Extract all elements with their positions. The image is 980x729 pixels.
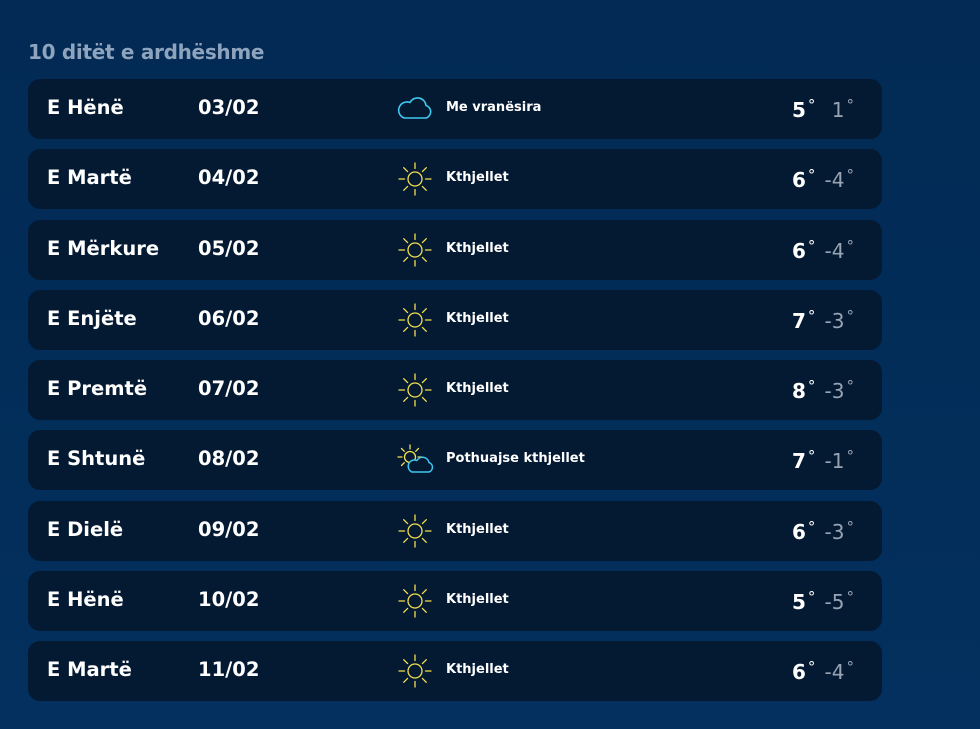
sun-icon: [396, 583, 434, 619]
day-name: E Dielë: [47, 517, 124, 541]
degree-symbol: °: [807, 236, 816, 255]
forecast-panel: 10 ditët e ardhëshme E Hënë 03/02 Me vra…: [0, 0, 980, 729]
cloud-icon: [396, 91, 434, 127]
min-temperature: -3 °: [824, 306, 855, 333]
condition-label: Kthjellet: [446, 381, 509, 396]
day-date: 07/02: [198, 377, 260, 400]
day-name: E Hënë: [47, 587, 124, 611]
forecast-list: E Hënë 03/02 Me vranësira 5 ° 1 ° E Martë …: [28, 79, 882, 711]
day-name: E Shtunë: [47, 447, 146, 471]
condition-label: Kthjellet: [446, 170, 509, 186]
min-temperature: -4 °: [824, 236, 855, 263]
forecast-row[interactable]: E Enjëte 06/02 Kthjellet 7 ° -3 °: [28, 289, 882, 350]
day-name: E Mërkure: [47, 236, 160, 260]
day-date: 09/02: [198, 517, 260, 541]
day-date: 04/02: [198, 166, 260, 190]
max-temperature: 7 °: [792, 306, 816, 333]
forecast-row[interactable]: E Mërkure 05/02 Kthjellet 6 ° -4 °: [28, 219, 882, 280]
max-temperature: 6 °: [792, 517, 816, 544]
max-temperature: 8 °: [792, 377, 816, 403]
sun-icon: [396, 372, 434, 408]
max-temperature: 6 °: [792, 658, 816, 684]
forecast-row[interactable]: E Hënë 10/02 Kthjellet 5 ° -5 °: [28, 570, 882, 631]
day-date: 05/02: [198, 236, 260, 260]
sun-icon: [396, 513, 434, 549]
degree-symbol: °: [846, 587, 855, 606]
degree-symbol: °: [807, 306, 816, 325]
day-date: 06/02: [198, 306, 260, 330]
sun-icon: [396, 653, 434, 689]
condition-label: Kthjellet: [446, 310, 509, 326]
degree-symbol: °: [846, 658, 855, 676]
condition-label: Kthjellet: [446, 240, 509, 256]
forecast-row[interactable]: E Shtunë 08/02 Pothuajse kthjellet 7 ° -1…: [28, 430, 882, 491]
day-date: 03/02: [198, 96, 260, 119]
min-temperature: -3 °: [824, 517, 855, 544]
degree-symbol: °: [807, 96, 816, 114]
degree-symbol: °: [846, 236, 855, 255]
sun-icon: [396, 161, 434, 197]
day-name: E Martë: [47, 658, 132, 681]
degree-symbol: °: [846, 377, 855, 395]
day-name: E Martë: [47, 166, 132, 190]
day-date: 08/02: [198, 447, 260, 471]
degree-symbol: °: [846, 517, 855, 536]
condition-label: Me vranësira: [446, 100, 542, 115]
condition-label: Kthjellet: [446, 662, 509, 677]
condition-label: Kthjellet: [446, 521, 509, 537]
condition-label: Pothuajse kthjellet: [446, 451, 585, 467]
forecast-row[interactable]: E Dielë 09/02 Kthjellet 6 ° -3 °: [28, 500, 882, 561]
degree-symbol: °: [846, 306, 855, 325]
max-temperature: 5 °: [792, 587, 816, 614]
degree-symbol: °: [807, 658, 816, 676]
degree-symbol: °: [846, 96, 855, 114]
day-date: 10/02: [198, 587, 260, 611]
partly-cloudy-icon: [396, 442, 434, 478]
max-temperature: 6 °: [792, 236, 816, 263]
day-name: E Premtë: [47, 377, 148, 400]
max-temperature: 7 °: [792, 447, 816, 474]
min-temperature: 1 °: [831, 96, 855, 122]
forecast-row[interactable]: E Hënë 03/02 Me vranësira 5 ° 1 °: [28, 79, 882, 139]
min-temperature: -4 °: [824, 166, 855, 193]
min-temperature: -4 °: [824, 658, 855, 684]
day-name: E Enjëte: [47, 306, 137, 330]
degree-symbol: °: [807, 447, 816, 466]
min-temperature: -1 °: [824, 447, 855, 474]
min-temperature: -3 °: [824, 377, 855, 403]
sun-icon: [396, 232, 434, 268]
degree-symbol: °: [807, 517, 816, 536]
max-temperature: 5 °: [792, 96, 816, 122]
max-temperature: 6 °: [792, 166, 816, 193]
degree-symbol: °: [807, 166, 816, 185]
sun-icon: [396, 302, 434, 338]
condition-label: Kthjellet: [446, 591, 509, 607]
day-name: E Hënë: [47, 96, 124, 119]
degree-symbol: °: [807, 377, 816, 395]
forecast-row[interactable]: E Premtë 07/02 Kthjellet 8 ° -3 °: [28, 360, 882, 420]
degree-symbol: °: [846, 166, 855, 185]
degree-symbol: °: [807, 587, 816, 606]
section-title: 10 ditët e ardhëshme: [28, 40, 265, 64]
forecast-row[interactable]: E Martë 11/02 Kthjellet 6 ° -4 °: [28, 641, 882, 701]
forecast-row[interactable]: E Martë 04/02 Kthjellet 6 ° -4 °: [28, 149, 882, 210]
degree-symbol: °: [846, 447, 855, 466]
day-date: 11/02: [198, 658, 260, 681]
min-temperature: -5 °: [824, 587, 855, 614]
